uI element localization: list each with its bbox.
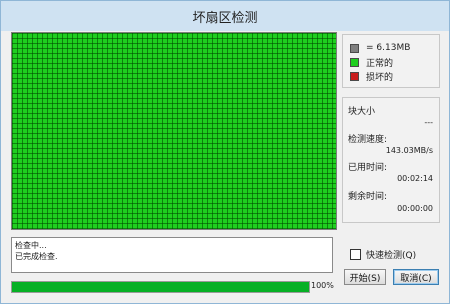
window-title: 坏扇区检测	[192, 10, 258, 26]
status-log[interactable]: 检查中... 已完成检查.	[11, 237, 333, 273]
legend-swatch-normal	[350, 57, 359, 67]
legend-item-normal: 正常的	[350, 55, 393, 69]
log-line: 检查中...	[15, 241, 47, 250]
start-button[interactable]: 开始(S)	[344, 269, 386, 285]
bad-sector-check-dialog: 坏扇区检测 = 6.13MB 正常的 损坏的 块大小 --- 检测速度: 143…	[0, 0, 450, 304]
legend-label-normal: 正常的	[366, 58, 394, 69]
block-size-label: 块大小	[348, 107, 376, 117]
remaining-label: 剩余时间:	[348, 192, 388, 202]
remaining-value: 00:00:00	[397, 204, 433, 213]
legend-item-damaged: 损坏的	[350, 69, 393, 83]
title-bar: 坏扇区检测	[1, 1, 449, 31]
quick-check-option[interactable]: 快速检测(Q)	[350, 248, 416, 261]
elapsed-label: 已用时间:	[348, 163, 388, 173]
legend-panel: = 6.13MB 正常的 损坏的	[342, 34, 440, 88]
legend-swatch-damaged	[350, 71, 359, 81]
progress-percent: 100%	[311, 281, 334, 290]
progress-fill	[12, 282, 309, 292]
quick-check-label[interactable]: 快速检测(Q)	[366, 248, 416, 261]
elapsed-value: 00:02:14	[397, 174, 433, 183]
speed-value: 143.03MB/s	[385, 146, 433, 155]
legend-label-block-size: = 6.13MB	[366, 43, 411, 53]
progress-bar	[11, 281, 310, 293]
block-size-value: ---	[424, 118, 433, 127]
log-line: 已完成检查.	[15, 252, 58, 261]
stats-panel: 块大小 --- 检测速度: 143.03MB/s 已用时间: 00:02:14 …	[342, 97, 440, 223]
legend-swatch-block	[350, 43, 359, 53]
speed-label: 检测速度:	[348, 135, 388, 145]
legend-item-block-size: = 6.13MB	[350, 41, 410, 55]
sector-map	[11, 32, 337, 230]
legend-label-damaged: 损坏的	[366, 72, 394, 83]
quick-check-checkbox[interactable]	[350, 249, 361, 260]
cancel-button[interactable]: 取消(C)	[393, 269, 439, 285]
